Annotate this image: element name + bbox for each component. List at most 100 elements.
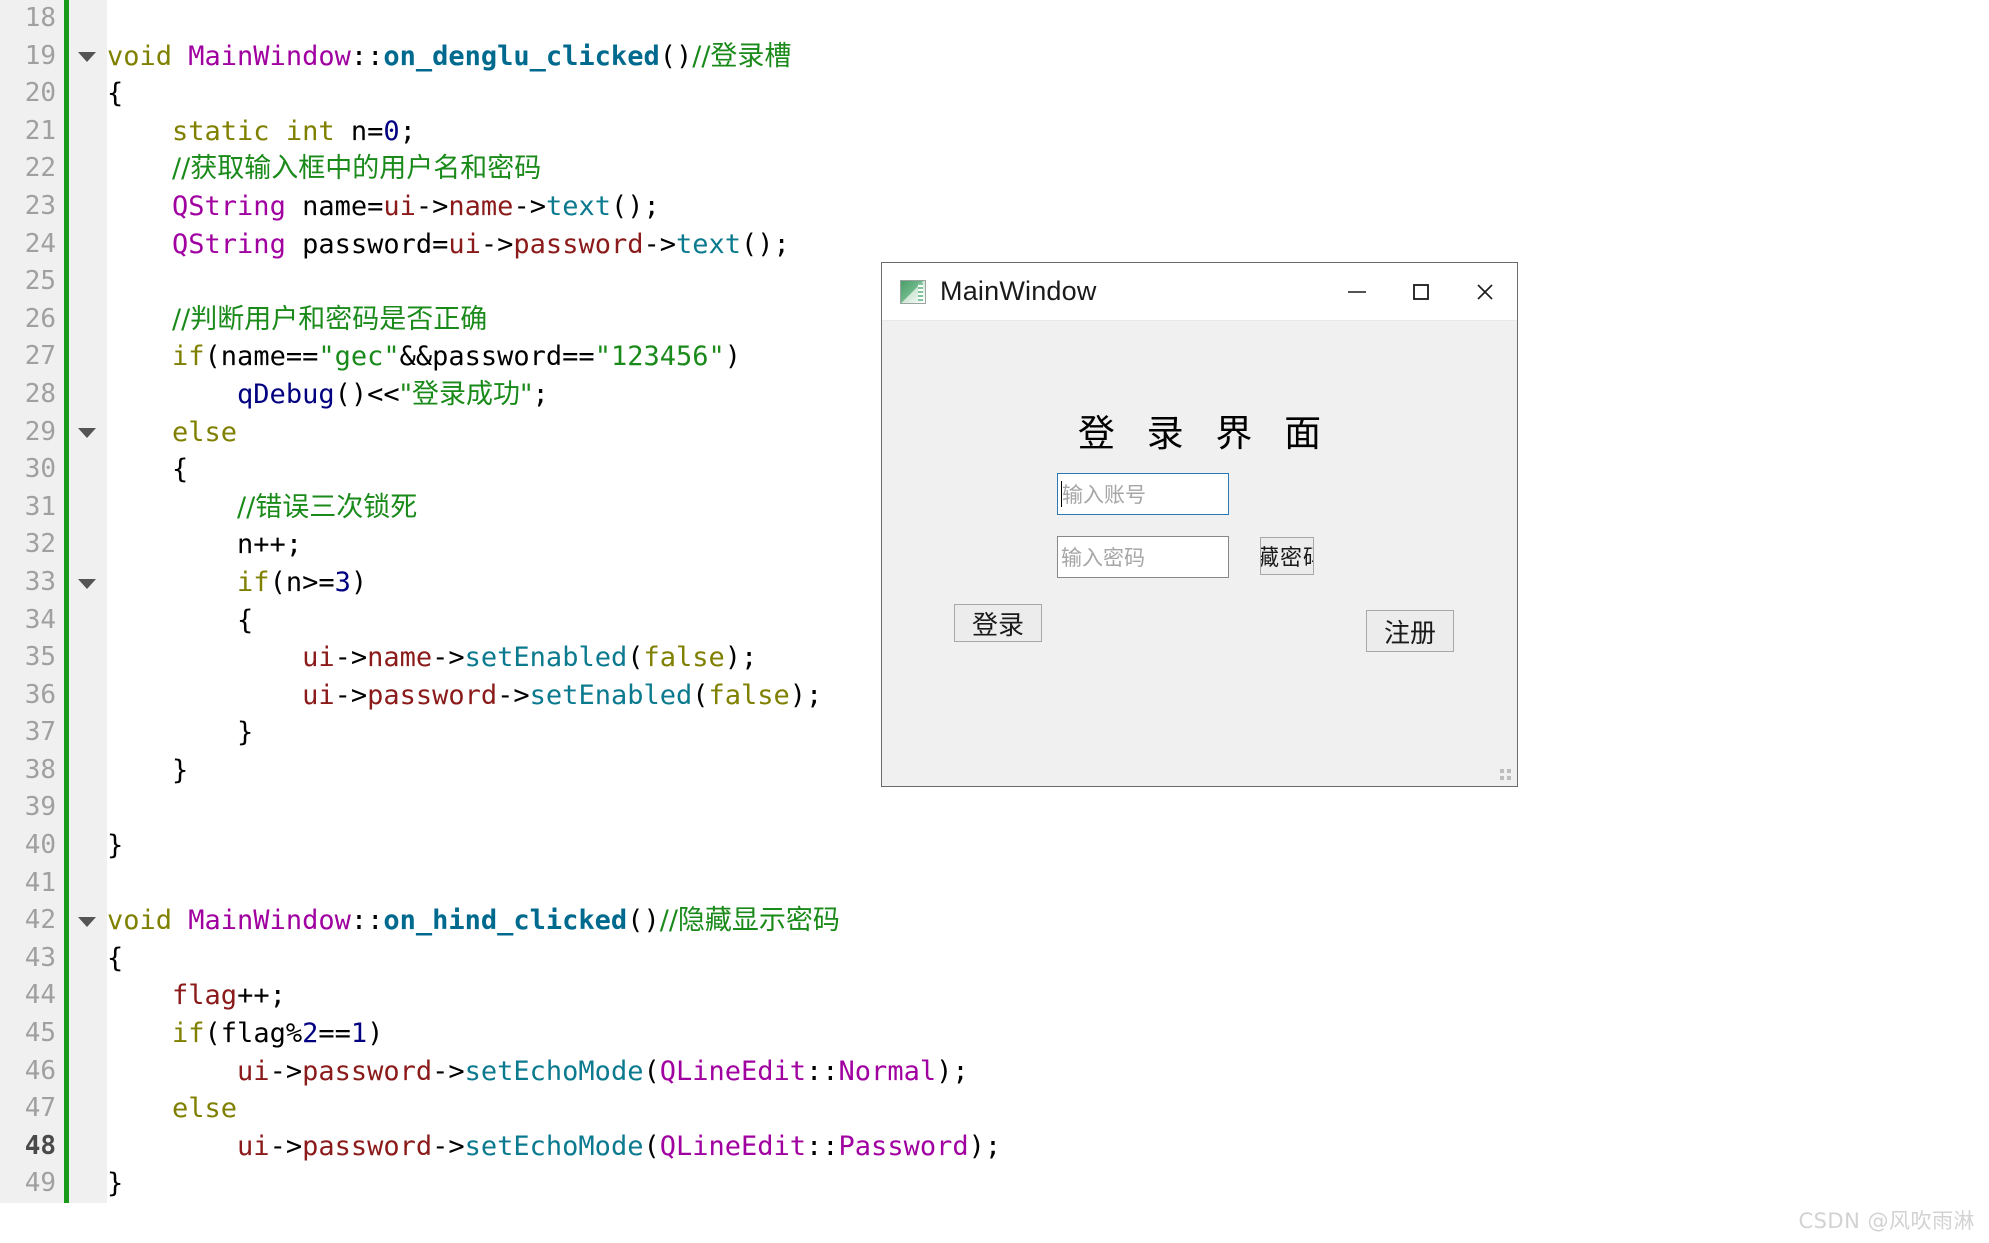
code-token: name=	[285, 190, 384, 222]
code-line[interactable]: 42 void MainWindow::on_hind_clicked()//隐藏…	[0, 902, 1989, 940]
code-token: if	[172, 341, 205, 373]
qt-app-icon	[900, 279, 926, 304]
code-token: );	[968, 1130, 1002, 1162]
maximize-button[interactable]	[1389, 263, 1453, 320]
code-line[interactable]: 49}	[0, 1165, 1989, 1203]
code-line[interactable]: 19 void MainWindow::on_denglu_clicked()//…	[0, 37, 1989, 76]
fold-column	[69, 939, 107, 978]
code-line[interactable]: 46 ui->password->setEchoMode(QLineEdit::…	[0, 1052, 1989, 1091]
code-line[interactable]: 22 //获取输入框中的用户名和密码	[0, 150, 1989, 188]
minimize-button[interactable]	[1325, 263, 1389, 320]
fold-column	[69, 187, 107, 226]
line-number: 49	[0, 1165, 64, 1203]
code-token: flag	[172, 980, 238, 1012]
code-token: n=	[334, 115, 384, 147]
code-token: ui	[383, 190, 416, 222]
fold-collapse-icon[interactable]	[78, 428, 96, 439]
fold-column	[69, 714, 107, 752]
code-token: on_hind_clicked	[383, 905, 628, 937]
code-token: MainWindow	[188, 905, 351, 937]
fold-column	[69, 1127, 107, 1166]
code-line[interactable]: 47 else	[0, 1090, 1989, 1128]
code-token: QLineEdit	[659, 1055, 807, 1087]
password-input[interactable]: 输入密码	[1057, 536, 1229, 578]
fold-column	[69, 789, 107, 828]
fold-column	[69, 526, 107, 564]
code-text: n++;	[107, 526, 302, 564]
code-token: n++;	[237, 529, 303, 561]
code-line[interactable]: 18	[0, 0, 1989, 38]
register-button[interactable]: 注册	[1366, 610, 1454, 652]
code-text: flag++;	[107, 977, 286, 1015]
code-line[interactable]: 24 QString password=ui->password->text()…	[0, 225, 1989, 264]
code-token: }	[107, 717, 254, 749]
code-line[interactable]: 44 flag++;	[0, 977, 1989, 1016]
line-number: 24	[0, 225, 64, 264]
code-line[interactable]: 21 static int n=0;	[0, 112, 1989, 151]
code-token: 0	[383, 115, 400, 147]
fold-column	[69, 300, 107, 339]
window-titlebar[interactable]: MainWindow	[882, 263, 1517, 321]
login-button[interactable]: 登录	[954, 604, 1042, 642]
code-line[interactable]: 23 QString name=ui->name->text();	[0, 187, 1989, 226]
code-token: static int	[172, 115, 335, 147]
fold-collapse-icon[interactable]	[78, 917, 96, 928]
fold-collapse-icon[interactable]	[78, 52, 96, 63]
code-line[interactable]: 48 ui->password->setEchoMode(QLineEdit::…	[0, 1127, 1989, 1166]
line-number: 21	[0, 112, 64, 151]
line-number: 44	[0, 977, 64, 1016]
code-token: ::	[806, 1130, 839, 1162]
code-token: "123456"	[594, 341, 725, 373]
line-number: 39	[0, 789, 64, 828]
code-token: (name==	[204, 341, 319, 373]
fold-column	[69, 225, 107, 264]
code-text: qDebug()<<"登录成功";	[107, 376, 549, 414]
code-token: {	[107, 454, 189, 486]
line-number: 19	[0, 37, 64, 76]
code-token: QString	[172, 228, 286, 260]
username-input[interactable]: 输入账号	[1057, 473, 1229, 515]
code-line[interactable]: 45 if(flag%2==1)	[0, 1015, 1989, 1053]
code-token: ->	[432, 1055, 465, 1087]
code-token: setEnabled	[529, 679, 693, 711]
fold-column	[69, 451, 107, 489]
code-token: );	[936, 1055, 969, 1087]
code-token: QLineEdit	[659, 1130, 807, 1162]
close-icon	[1477, 283, 1493, 300]
fold-column	[69, 75, 107, 113]
line-number: 25	[0, 263, 64, 301]
qt-mainwindow[interactable]: MainWindow 登 录 界 面 输入账号 输入密码 隐藏密码 登录	[881, 262, 1518, 787]
code-token: //登录槽	[692, 40, 792, 72]
code-token: (	[692, 679, 709, 711]
fold-column	[69, 338, 107, 376]
code-token: password	[367, 679, 498, 711]
code-line[interactable]: 43 {	[0, 939, 1989, 978]
code-token: ();	[741, 228, 790, 260]
code-text: }	[107, 1165, 123, 1203]
toggle-password-button[interactable]: 隐藏密码	[1260, 537, 1314, 575]
password-placeholder: 输入密码	[1061, 546, 1145, 570]
close-button[interactable]	[1453, 263, 1517, 320]
fold-collapse-icon[interactable]	[78, 578, 96, 589]
code-line[interactable]: 40}	[0, 827, 1989, 865]
code-token: "登录成功"	[399, 378, 533, 410]
code-token: else	[172, 1093, 238, 1125]
code-token: "gec"	[318, 341, 400, 373]
code-token: false	[643, 642, 725, 674]
code-line[interactable]: 41	[0, 864, 1989, 903]
fold-column	[69, 150, 107, 188]
code-text: }	[107, 827, 123, 865]
code-line[interactable]: 20 {	[0, 75, 1989, 113]
line-number: 20	[0, 75, 64, 113]
code-token: text	[545, 190, 611, 222]
code-line[interactable]: 39	[0, 789, 1989, 828]
line-number: 41	[0, 864, 64, 903]
code-text: void MainWindow::on_hind_clicked()//隐藏显示…	[107, 902, 840, 940]
resize-grip[interactable]	[1500, 769, 1512, 781]
code-token: 3	[334, 566, 351, 598]
